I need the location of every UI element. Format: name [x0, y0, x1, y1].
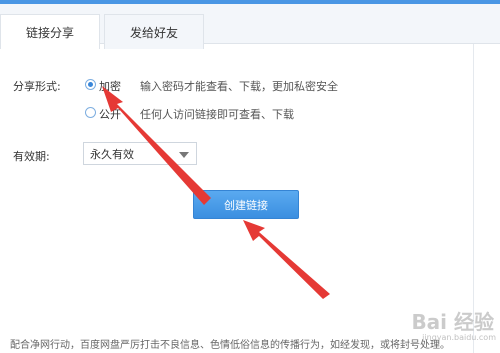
red-arrow-icon: [243, 220, 330, 299]
option-encrypted-hint: 输入密码才能查看、下载，更加私密安全: [140, 80, 338, 93]
tab-link-share[interactable]: 链接分享: [0, 14, 100, 49]
radio-checked-icon[interactable]: [85, 79, 96, 90]
tab-send-to-friend[interactable]: 发给好友: [104, 14, 204, 49]
validity-selected-value: 永久有效: [90, 147, 134, 161]
option-public-label[interactable]: 公开: [99, 106, 121, 122]
create-link-button[interactable]: 创建链接: [193, 190, 299, 219]
validity-label: 有效期:: [13, 150, 50, 163]
option-encrypted-label[interactable]: 加密: [99, 78, 121, 94]
watermark-url: jingyan.baidu.com: [422, 333, 496, 342]
validity-select[interactable]: 永久有效: [83, 142, 197, 165]
policy-notice: 配合净网行动，百度网盘严厉打击不良信息、色情低俗信息的传播行为，如经发现，或将封…: [10, 340, 450, 351]
dropdown-caret-icon: [179, 152, 189, 158]
share-type-label: 分享形式:: [13, 80, 61, 93]
annotation-arrows: [102, 86, 330, 299]
baidu-jingyan-watermark: Bai 经验: [411, 310, 494, 334]
option-public-hint: 任何人访问链接即可查看、下载: [140, 108, 294, 121]
tab-bar: 链接分享 发给好友: [0, 4, 500, 49]
radio-unchecked-icon[interactable]: [85, 107, 96, 118]
